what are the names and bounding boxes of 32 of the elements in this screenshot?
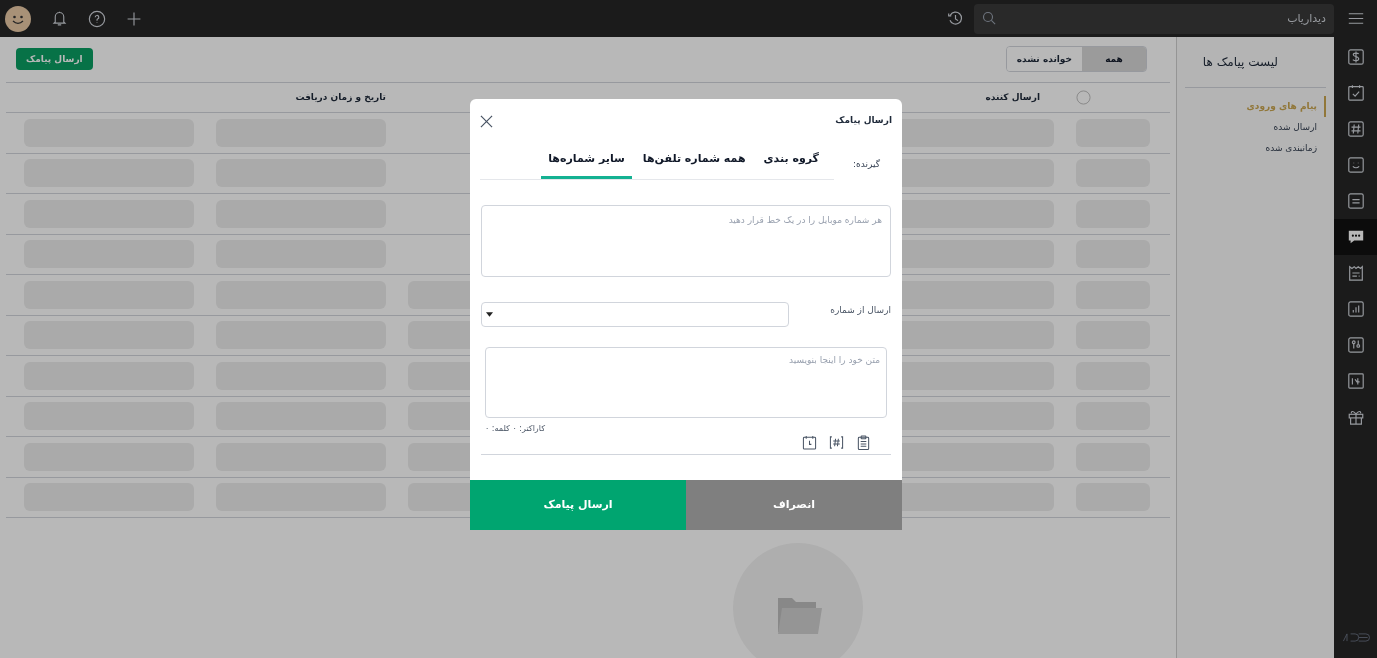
recipient-tab[interactable]: همه شماره تلفن‌ها: [635, 151, 753, 179]
filter-tab[interactable]: همه: [1082, 47, 1146, 72]
calendar-clock-icon[interactable]: [802, 434, 817, 450]
search-field[interactable]: دیداریاب: [974, 3, 1334, 34]
column-header: تاریخ و زمان دریافت: [295, 90, 386, 105]
recipient-tab[interactable]: سایر شماره‌ها: [541, 151, 632, 179]
select-all-radio[interactable]: [1076, 89, 1091, 105]
clipboard-icon[interactable]: [856, 434, 871, 450]
logo-icon: [1341, 633, 1370, 642]
character-counter: کاراکتر: ۰ کلمه: ۰: [485, 422, 545, 435]
recipient-label: گیرنده:: [852, 158, 881, 171]
phone-numbers-field[interactable]: هر شماره موبایل را در یک خط قرار دهید: [481, 204, 891, 277]
chat-icon[interactable]: [1334, 219, 1377, 255]
column-header: ارسال کننده: [985, 90, 1040, 104]
hash-icon[interactable]: [829, 434, 844, 450]
menu-icon[interactable]: [1347, 12, 1364, 25]
avatar-icon[interactable]: [5, 5, 31, 32]
sidebar-item[interactable]: ارسال شده: [1185, 117, 1326, 138]
search-icon: [982, 10, 997, 26]
cancel-button[interactable]: انصراف: [686, 480, 902, 530]
caret-icon: [486, 311, 493, 317]
dialog-title: ارسال پیامک: [835, 114, 892, 128]
sidebar-title: لیست پیامک ها: [1201, 54, 1279, 71]
recipient-tab[interactable]: گروه بندی: [756, 151, 826, 179]
help-icon[interactable]: [88, 9, 106, 28]
from-number-label: ارسال از شماره: [829, 303, 891, 317]
history-icon[interactable]: [947, 10, 964, 27]
sidebar-item[interactable]: زمانبندی شده: [1185, 138, 1326, 159]
bell-icon[interactable]: [51, 10, 68, 27]
message-field[interactable]: متن خود را اینجا بنویسید: [485, 346, 887, 418]
plus-icon[interactable]: [126, 10, 142, 27]
close-icon[interactable]: [480, 114, 493, 128]
